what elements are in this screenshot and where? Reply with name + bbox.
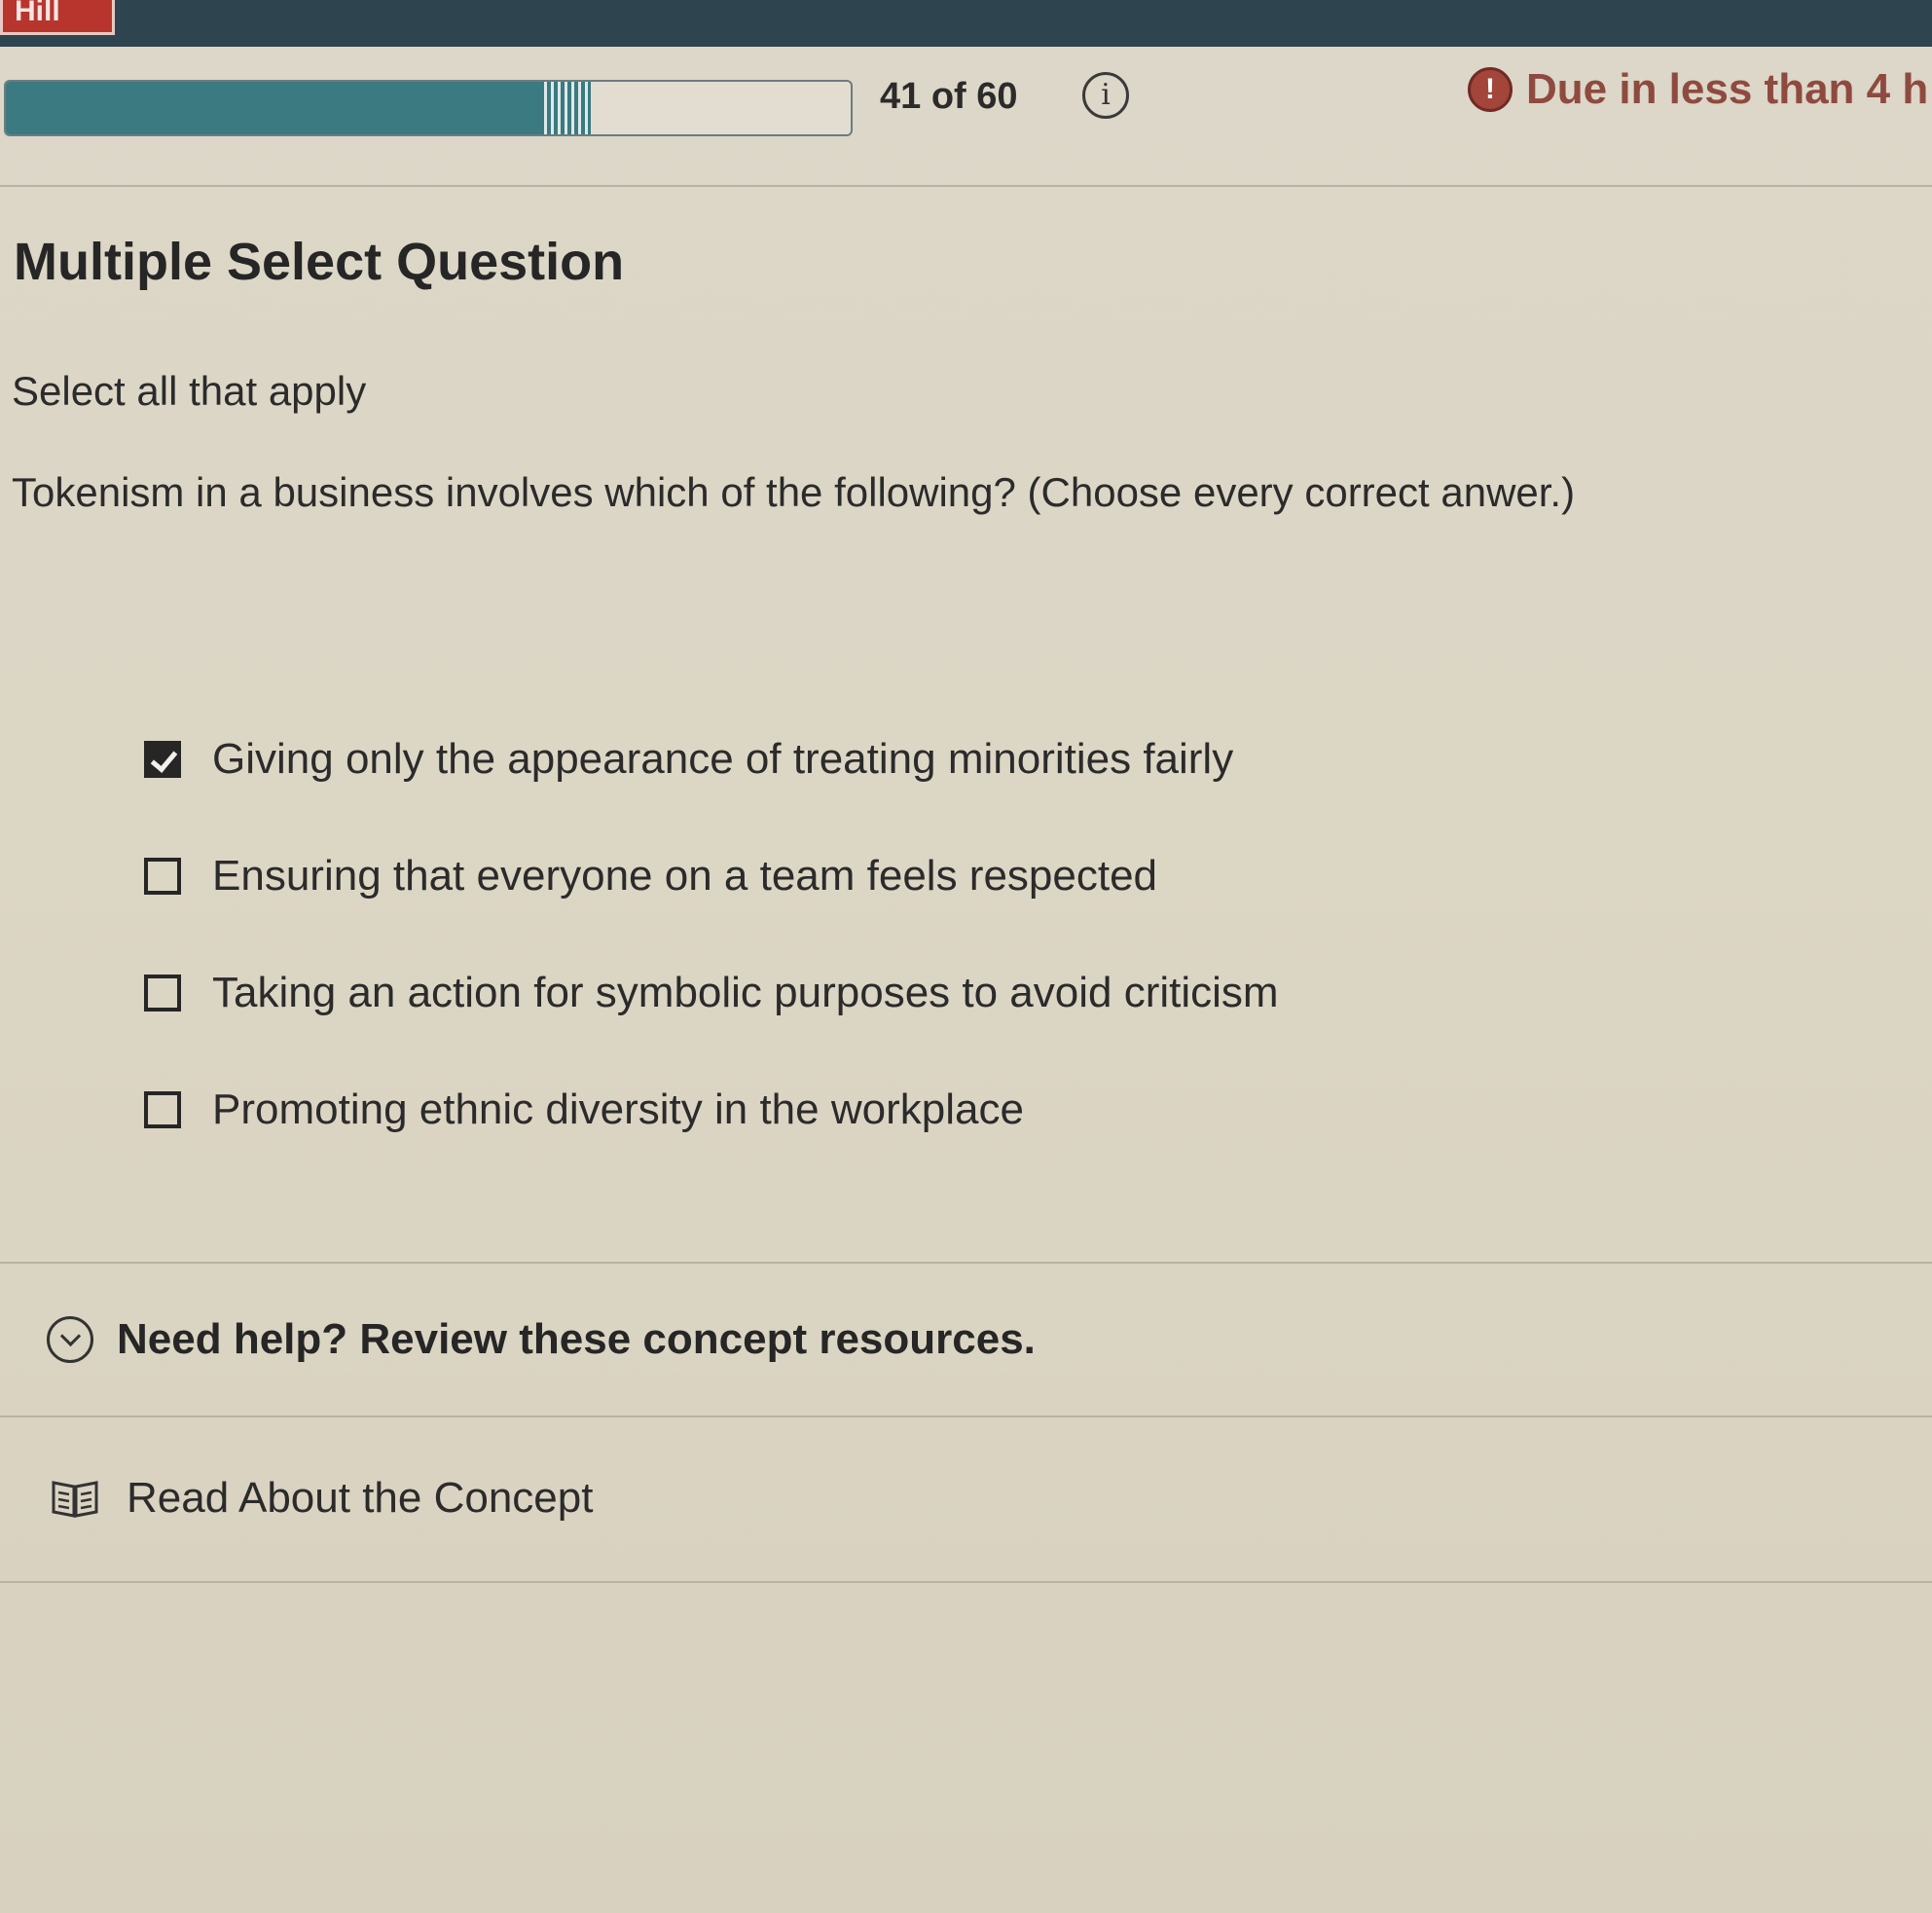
answer-option-1[interactable]: Giving only the appearance of treating m… xyxy=(144,701,1279,818)
answer-option-4[interactable]: Promoting ethnic diversity in the workpl… xyxy=(144,1051,1279,1168)
answer-option-3[interactable]: Taking an action for symbolic purposes t… xyxy=(144,935,1279,1051)
progress-current-marker xyxy=(544,82,591,134)
read-about-concept-label: Read About the Concept xyxy=(127,1474,594,1522)
info-icon[interactable]: i xyxy=(1082,72,1129,119)
due-text: Due in less than 4 h xyxy=(1526,65,1929,113)
checkbox[interactable] xyxy=(144,741,181,778)
checkbox[interactable] xyxy=(144,858,181,895)
answer-option-2[interactable]: Ensuring that everyone on a team feels r… xyxy=(144,818,1279,935)
option-label: Promoting ethnic diversity in the workpl… xyxy=(212,1085,1024,1133)
progress-bar xyxy=(4,80,853,136)
alert-icon: ! xyxy=(1468,67,1513,112)
question-type: Multiple Select Question xyxy=(14,233,625,291)
question-instruction: Select all that apply xyxy=(12,368,367,414)
progress-row: 41 of 60 i ! Due in less than 4 h xyxy=(0,58,1932,187)
due-notice: ! Due in less than 4 h xyxy=(1468,60,1928,119)
page: Hill 41 of 60 i ! Due in less than 4 h M… xyxy=(0,0,1932,1913)
concept-resources-toggle[interactable]: Need help? Review these concept resource… xyxy=(0,1262,1932,1417)
option-label: Ensuring that everyone on a team feels r… xyxy=(212,852,1158,900)
progress-count: 41 of 60 xyxy=(880,76,1018,117)
progress-fill xyxy=(6,82,583,134)
question-prompt: Tokenism in a business involves which of… xyxy=(12,469,1576,515)
concept-resources-label: Need help? Review these concept resource… xyxy=(117,1315,1036,1363)
brand-logo[interactable]: Hill xyxy=(0,0,115,35)
answer-options: Giving only the appearance of treating m… xyxy=(144,701,1279,1168)
checkbox[interactable] xyxy=(144,975,181,1012)
option-label: Taking an action for symbolic purposes t… xyxy=(212,969,1279,1016)
book-icon xyxy=(52,1481,98,1518)
top-bar: Hill xyxy=(0,0,1932,47)
checkbox[interactable] xyxy=(144,1091,181,1128)
chevron-down-circle-icon xyxy=(47,1316,93,1363)
option-label: Giving only the appearance of treating m… xyxy=(212,735,1234,783)
read-about-concept-link[interactable]: Read About the Concept xyxy=(0,1416,1932,1583)
